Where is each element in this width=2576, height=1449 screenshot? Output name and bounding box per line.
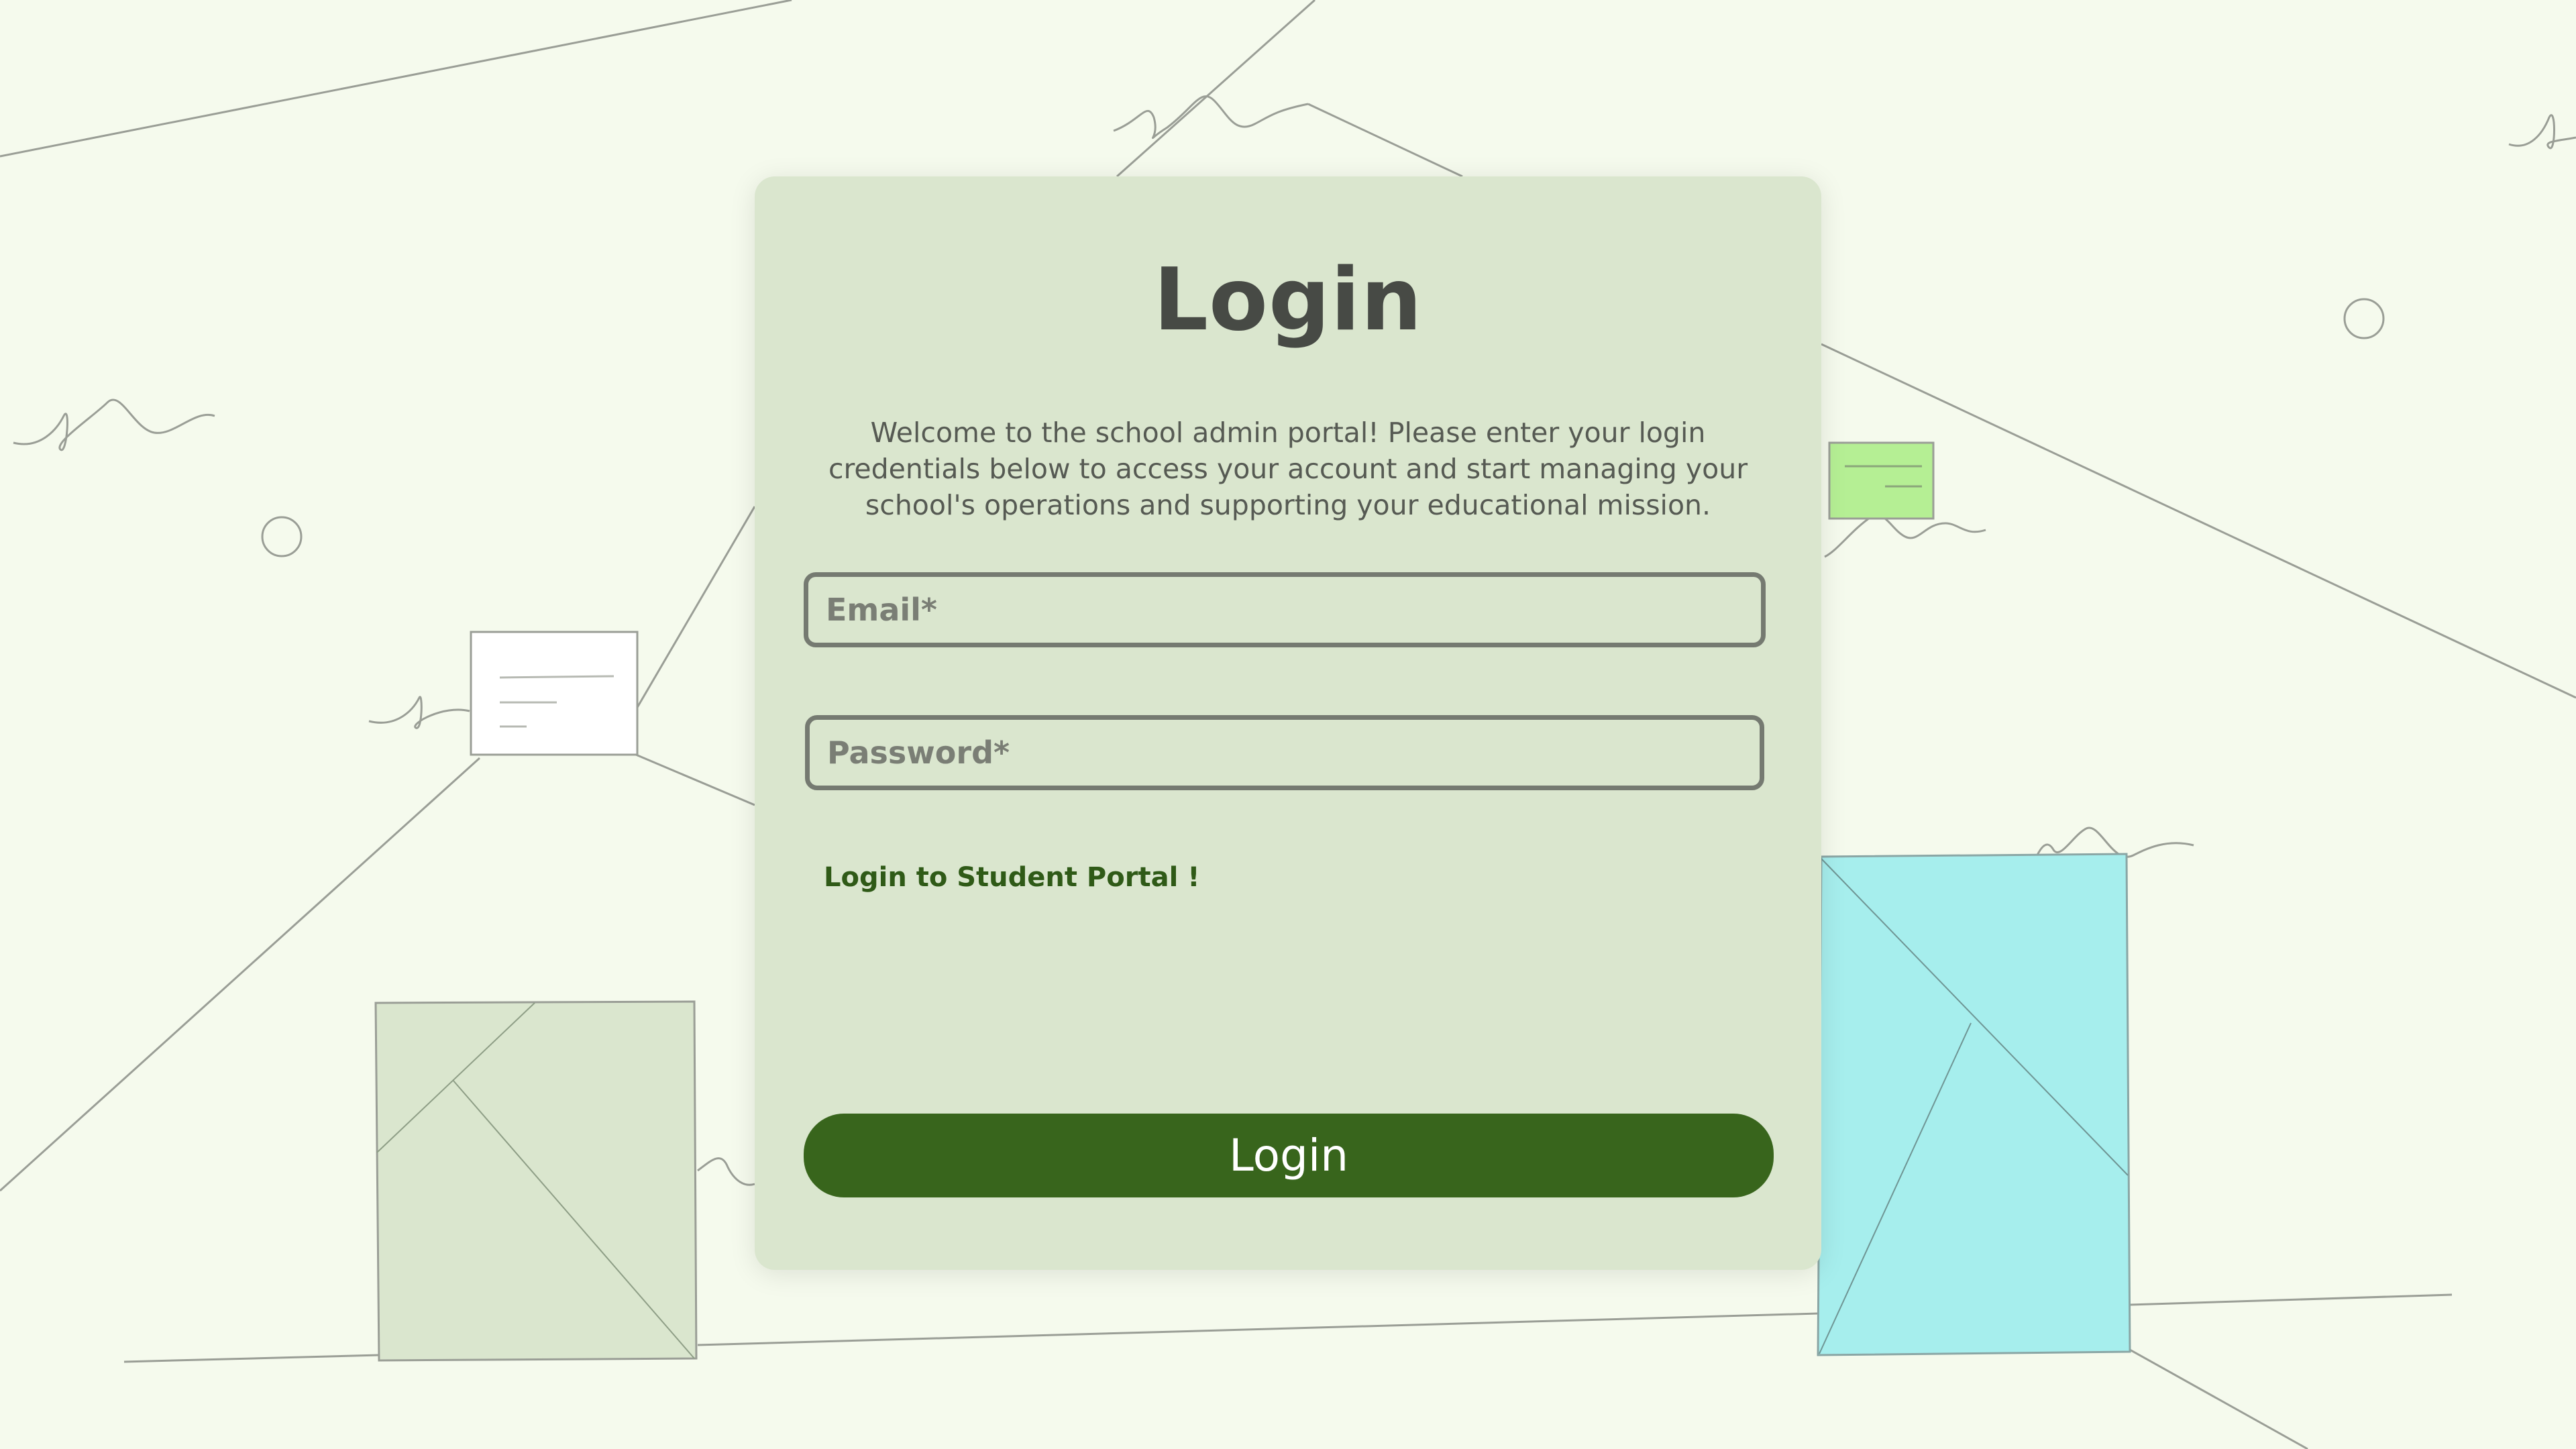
student-portal-link[interactable]: Login to Student Portal ! [824,862,1199,893]
login-card: Login Welcome to the school admin portal… [755,176,1821,1270]
paper-note-icon [470,631,639,756]
password-field[interactable] [805,715,1764,790]
welcome-message: Welcome to the school admin portal! Plea… [828,417,1748,521]
folded-box-illustration [374,1000,698,1362]
page-title: Login [1153,250,1423,350]
login-button[interactable]: Login [804,1114,1774,1197]
sticky-note-icon [1828,441,1935,520]
folded-box-illustration [1817,853,2131,1356]
email-field[interactable] [804,572,1766,647]
login-page: Login Welcome to the school admin portal… [0,0,2576,1449]
